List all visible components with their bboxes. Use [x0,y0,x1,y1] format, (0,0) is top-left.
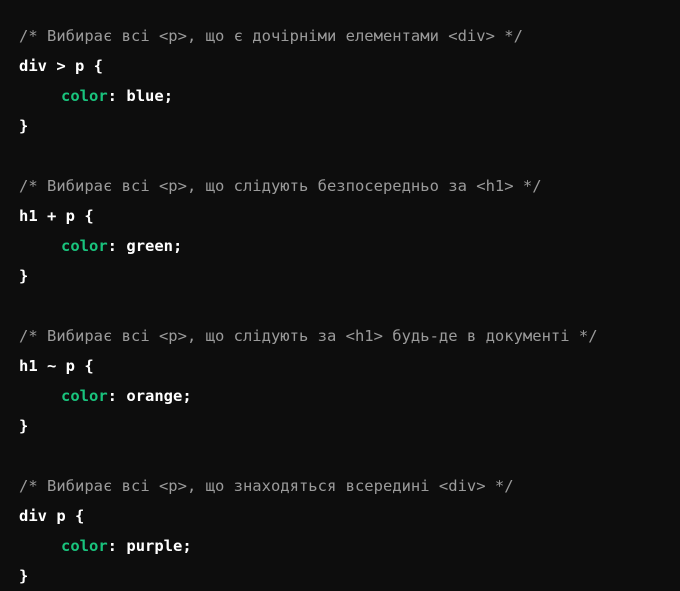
colon: : [107,387,118,405]
open-brace: { [84,357,94,375]
semicolon: ; [163,87,174,105]
code-comment: /* Вибирає всі <p>, що слідують за <h1> … [19,321,680,351]
code-comment: /* Вибирає всі <p>, що знаходяться всере… [19,471,680,501]
property-name: color [61,387,108,405]
property-name: color [61,87,108,105]
open-brace: { [93,57,104,75]
colon: : [107,537,118,555]
selector-text: h1 + p [19,207,75,225]
property-name: color [61,237,108,255]
property-value: orange [126,387,183,405]
close-brace: } [19,417,29,435]
colon: : [107,237,118,255]
comment-text: /* Вибирає всі <p>, що є дочірніми елеме… [19,27,523,45]
code-selector-line: div > p { [19,51,680,81]
comment-text: /* Вибирає всі <p>, що слідують за <h1> … [19,327,598,345]
property-value: purple [126,537,183,555]
code-block: /* Вибирає всі <p>, що є дочірніми елеме… [0,0,680,588]
code-selector-line: h1 + p { [19,201,680,231]
semicolon: ; [182,537,192,555]
code-selector-line: div p { [19,501,680,531]
open-brace: { [84,207,94,225]
code-comment: /* Вибирає всі <p>, що слідують безпосер… [19,171,680,201]
close-brace: } [19,117,29,135]
comment-text: /* Вибирає всі <p>, що слідують безпосер… [19,177,542,195]
selector-text: h1 ~ p [19,357,75,375]
code-close-line: } [19,411,680,441]
property-name: color [61,537,108,555]
open-brace: { [75,507,85,525]
code-close-line: } [19,261,680,291]
code-declaration: color: purple; [19,531,680,561]
selector-text: div p [19,507,66,525]
code-declaration: color: blue; [19,81,680,111]
colon: : [107,87,118,105]
code-selector-line: h1 ~ p { [19,351,680,381]
code-declaration: color: orange; [19,381,680,411]
code-close-line: } [19,561,680,591]
close-brace: } [19,267,29,285]
property-value: blue [126,87,164,105]
code-comment: /* Вибирає всі <p>, що є дочірніми елеме… [19,21,680,51]
code-declaration: color: green; [19,231,680,261]
selector-text: div > p [19,57,85,75]
property-value: green [126,237,174,255]
semicolon: ; [173,237,183,255]
semicolon: ; [182,387,192,405]
code-close-line: } [19,111,680,141]
comment-text: /* Вибирає всі <p>, що знаходяться всере… [19,477,514,495]
close-brace: } [19,567,29,585]
